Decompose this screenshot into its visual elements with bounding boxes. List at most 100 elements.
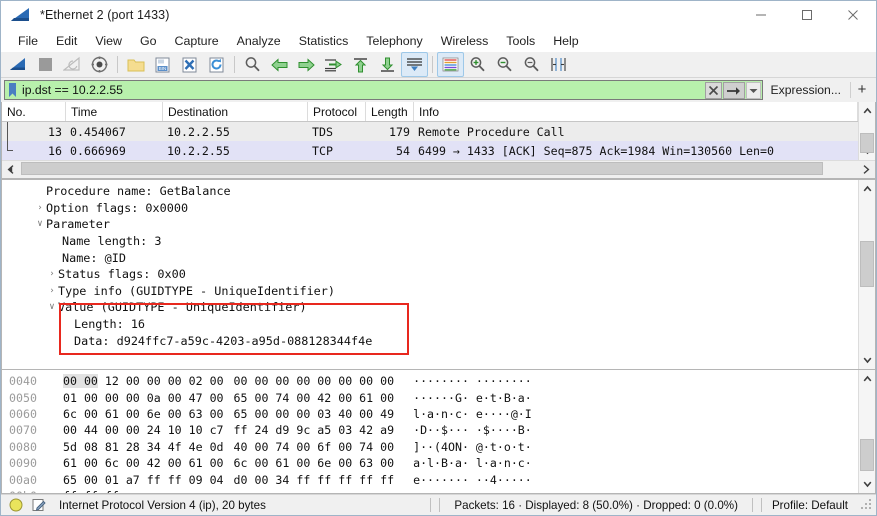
- detail-row[interactable]: Name length: 3: [2, 233, 858, 250]
- clear-filter-icon[interactable]: [704, 82, 722, 99]
- column-header-destination[interactable]: Destination: [163, 102, 308, 121]
- resize-columns-icon[interactable]: [545, 52, 572, 77]
- zoom-reset-icon[interactable]: [518, 52, 545, 77]
- menu-wireless[interactable]: Wireless: [432, 32, 498, 50]
- go-back-icon[interactable]: [266, 52, 293, 77]
- scroll-track[interactable]: [859, 119, 876, 153]
- hex-dump[interactable]: 0040 00 00 12 00 00 00 02 00 00 00 00 00…: [2, 370, 858, 493]
- capture-comment-icon[interactable]: [31, 497, 47, 513]
- column-header-length[interactable]: Length: [366, 102, 414, 121]
- detail-row[interactable]: Procedure name: GetBalance: [2, 183, 858, 200]
- menu-view[interactable]: View: [86, 32, 131, 50]
- hex-dump-row[interactable]: 00a0 65 00 01 a7 ff ff 09 04 d0 00 34 ff…: [2, 471, 858, 487]
- scroll-right-icon[interactable]: [858, 161, 875, 178]
- hex-dump-row[interactable]: 0090 61 00 6c 00 42 00 61 00 6c 00 61 00…: [2, 455, 858, 471]
- menu-tools[interactable]: Tools: [497, 32, 544, 50]
- reload-file-icon[interactable]: [203, 52, 230, 77]
- scroll-thumb[interactable]: [859, 133, 874, 153]
- packet-details-vertical-scrollbar[interactable]: [858, 180, 875, 369]
- filter-buttons: [704, 82, 761, 99]
- scroll-thumb[interactable]: [859, 439, 874, 471]
- save-file-icon[interactable]: BIN: [149, 52, 176, 77]
- table-row[interactable]: 16 0.666969 10.2.2.55 TCP 54 6499 → 1433…: [2, 141, 858, 160]
- hex-dump-row[interactable]: 0060 6c 00 61 00 6e 00 63 00 65 00 00 00…: [2, 406, 858, 422]
- scroll-track[interactable]: [859, 387, 876, 476]
- apply-filter-arrow-icon[interactable]: [722, 82, 745, 99]
- detail-row-value[interactable]: ∨ Value (GUIDTYPE - UniqueIdentifier): [2, 299, 858, 316]
- table-row[interactable]: 13 0.454067 10.2.2.55 TDS 179 Remote Pro…: [2, 122, 858, 141]
- menu-statistics[interactable]: Statistics: [290, 32, 358, 50]
- filter-history-caret-icon[interactable]: [745, 82, 761, 99]
- packet-details-tree[interactable]: Procedure name: GetBalance › Option flag…: [2, 180, 858, 369]
- tree-twisty-expanded[interactable]: ∨: [34, 219, 46, 229]
- maximize-button[interactable]: [784, 1, 830, 29]
- packet-bytes-vertical-scrollbar[interactable]: [858, 370, 875, 493]
- scroll-down-icon[interactable]: [859, 352, 876, 369]
- menu-analyze[interactable]: Analyze: [228, 32, 290, 50]
- resize-grip-icon[interactable]: [860, 498, 874, 512]
- minimize-button[interactable]: [738, 1, 784, 29]
- hex-dump-row[interactable]: 0070 00 44 00 00 24 10 10 c7 ff 24 d9 9c…: [2, 422, 858, 438]
- scroll-track[interactable]: [859, 197, 876, 352]
- tree-twisty-expanded[interactable]: ∨: [46, 302, 58, 312]
- menu-capture[interactable]: Capture: [166, 32, 228, 50]
- capture-options-icon[interactable]: [86, 52, 113, 77]
- go-to-first-packet-icon[interactable]: [347, 52, 374, 77]
- column-header-protocol[interactable]: Protocol: [308, 102, 366, 121]
- filter-text[interactable]: ip.dst == 10.2.2.55: [22, 83, 123, 97]
- detail-row[interactable]: Name: @ID: [2, 249, 858, 266]
- packet-list-vertical-scrollbar[interactable]: [858, 102, 875, 160]
- tree-twisty-collapsed[interactable]: ›: [34, 203, 46, 213]
- find-packet-icon[interactable]: [239, 52, 266, 77]
- go-to-last-packet-icon[interactable]: [374, 52, 401, 77]
- open-file-icon[interactable]: [122, 52, 149, 77]
- scroll-left-icon[interactable]: [2, 161, 19, 178]
- detail-row-data[interactable]: Data: d924ffc7-a59c-4203-a95d-088128344f…: [2, 332, 858, 349]
- detail-row[interactable]: › Status flags: 0x00: [2, 266, 858, 283]
- menu-edit[interactable]: Edit: [47, 32, 86, 50]
- hex-dump-row[interactable]: 0080 5d 08 81 28 34 4f 4e 0d 40 00 74 00…: [2, 439, 858, 455]
- scroll-up-icon[interactable]: [859, 180, 876, 197]
- start-capture-icon[interactable]: [5, 52, 32, 77]
- menu-go[interactable]: Go: [131, 32, 166, 50]
- hex-dump-row[interactable]: 0040 00 00 12 00 00 00 02 00 00 00 00 00…: [2, 373, 858, 389]
- scroll-up-icon[interactable]: [859, 370, 876, 387]
- packet-list-horizontal-scrollbar[interactable]: [2, 160, 875, 178]
- detail-row[interactable]: ∨ Parameter: [2, 216, 858, 233]
- go-to-packet-icon[interactable]: [320, 52, 347, 77]
- scroll-track[interactable]: [19, 161, 858, 178]
- column-header-info[interactable]: Info: [414, 102, 858, 121]
- display-filter-input[interactable]: ip.dst == 10.2.2.55: [4, 80, 763, 100]
- hex-dump-row[interactable]: 00b0 ff ff ff ···: [2, 488, 858, 493]
- scroll-thumb[interactable]: [859, 241, 874, 287]
- tree-twisty-collapsed[interactable]: ›: [46, 286, 58, 296]
- menu-telephony[interactable]: Telephony: [357, 32, 432, 50]
- scroll-down-icon[interactable]: [859, 476, 876, 493]
- close-file-icon[interactable]: [176, 52, 203, 77]
- status-profile[interactable]: Profile: Default: [766, 499, 856, 512]
- tree-twisty-collapsed[interactable]: ›: [46, 269, 58, 279]
- column-header-time[interactable]: Time: [66, 102, 163, 121]
- scroll-up-icon[interactable]: [859, 102, 876, 119]
- auto-scroll-icon[interactable]: [401, 52, 428, 77]
- column-header-no[interactable]: No.: [2, 102, 66, 121]
- menu-file[interactable]: File: [9, 32, 47, 50]
- restart-capture-icon[interactable]: [59, 52, 86, 77]
- menu-help[interactable]: Help: [544, 32, 587, 50]
- add-filter-button[interactable]: +: [851, 82, 873, 98]
- zoom-out-icon[interactable]: [491, 52, 518, 77]
- hex-dump-row[interactable]: 0050 01 00 00 00 0a 00 47 00 65 00 74 00…: [2, 389, 858, 405]
- zoom-in-icon[interactable]: [464, 52, 491, 77]
- detail-row[interactable]: › Option flags: 0x0000: [2, 200, 858, 217]
- colorize-packets-icon[interactable]: [437, 52, 464, 77]
- detail-row[interactable]: › Type info (GUIDTYPE - UniqueIdentifier…: [2, 283, 858, 300]
- filter-expression-button[interactable]: Expression...: [763, 83, 850, 97]
- close-button[interactable]: [830, 1, 876, 29]
- bookmark-icon[interactable]: [6, 81, 19, 99]
- status-separator: [760, 498, 762, 512]
- go-forward-icon[interactable]: [293, 52, 320, 77]
- expert-info-yellow-circle-icon[interactable]: [8, 497, 24, 513]
- stop-capture-icon[interactable]: [32, 52, 59, 77]
- detail-row-length[interactable]: Length: 16: [2, 316, 858, 333]
- scroll-thumb[interactable]: [21, 162, 823, 175]
